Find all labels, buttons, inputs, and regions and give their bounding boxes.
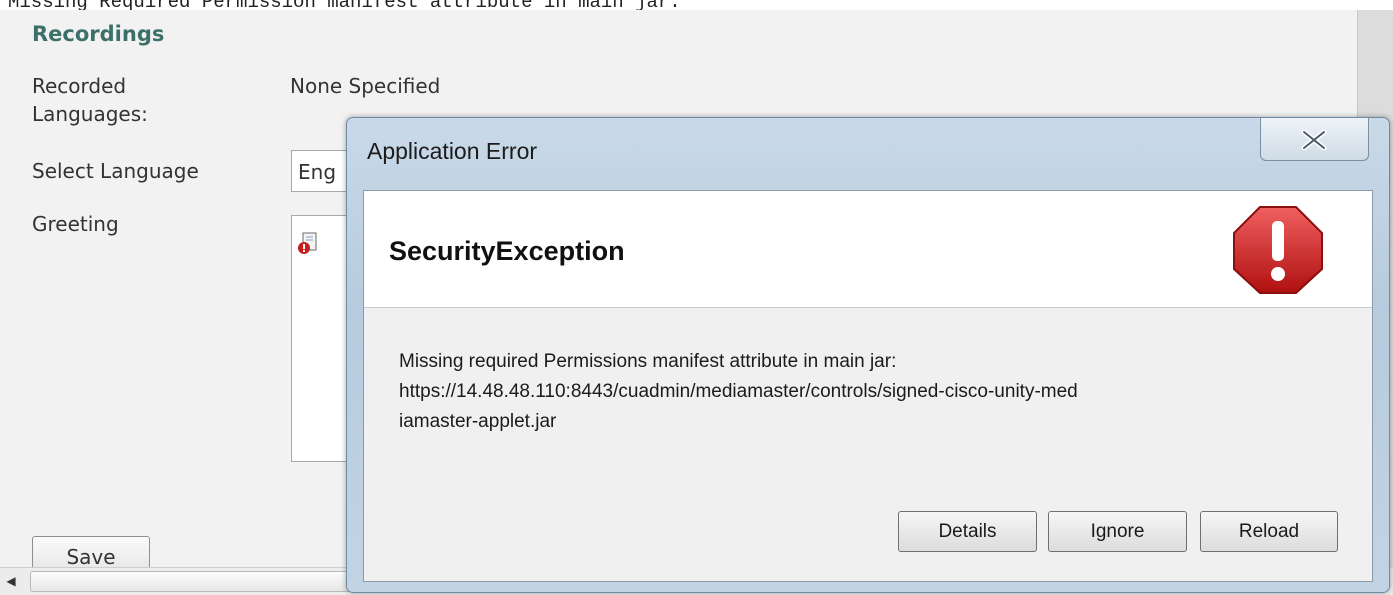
message-line: Missing required Permissions manifest at…: [399, 351, 897, 372]
recorded-languages-value: None Specified: [290, 74, 441, 98]
reload-button[interactable]: Reload: [1200, 511, 1338, 552]
chevron-left-icon[interactable]: ◀: [0, 568, 22, 595]
dialog-content: SecurityException Missing required Permi: [363, 190, 1373, 582]
details-button[interactable]: Details: [898, 511, 1037, 552]
exception-title: SecurityException: [389, 236, 625, 266]
error-message: Missing required Permissions manifest at…: [399, 347, 1359, 437]
stop-error-icon: [1230, 201, 1326, 297]
message-line: iamaster-applet.jar: [399, 411, 557, 432]
application-error-dialog: Application Error SecurityException Miss…: [346, 117, 1390, 593]
close-button[interactable]: [1260, 118, 1369, 161]
file-error-icon: [297, 232, 319, 256]
recorded-languages-label: Recorded Languages:: [32, 74, 148, 126]
select-language-label: Select Language: [32, 159, 199, 183]
message-line: https://14.48.48.110:8443/cuadmin/mediam…: [399, 381, 1078, 402]
greeting-label: Greeting: [32, 212, 119, 236]
scrollbar-thumb[interactable]: [30, 571, 360, 592]
console-message: Missing Required Permission manifest att…: [0, 0, 1393, 10]
ignore-button[interactable]: Ignore: [1048, 511, 1187, 552]
dialog-header: SecurityException: [364, 191, 1372, 308]
close-icon: [1301, 130, 1327, 150]
section-title: Recordings: [32, 22, 165, 46]
dialog-title: Application Error: [367, 138, 538, 164]
